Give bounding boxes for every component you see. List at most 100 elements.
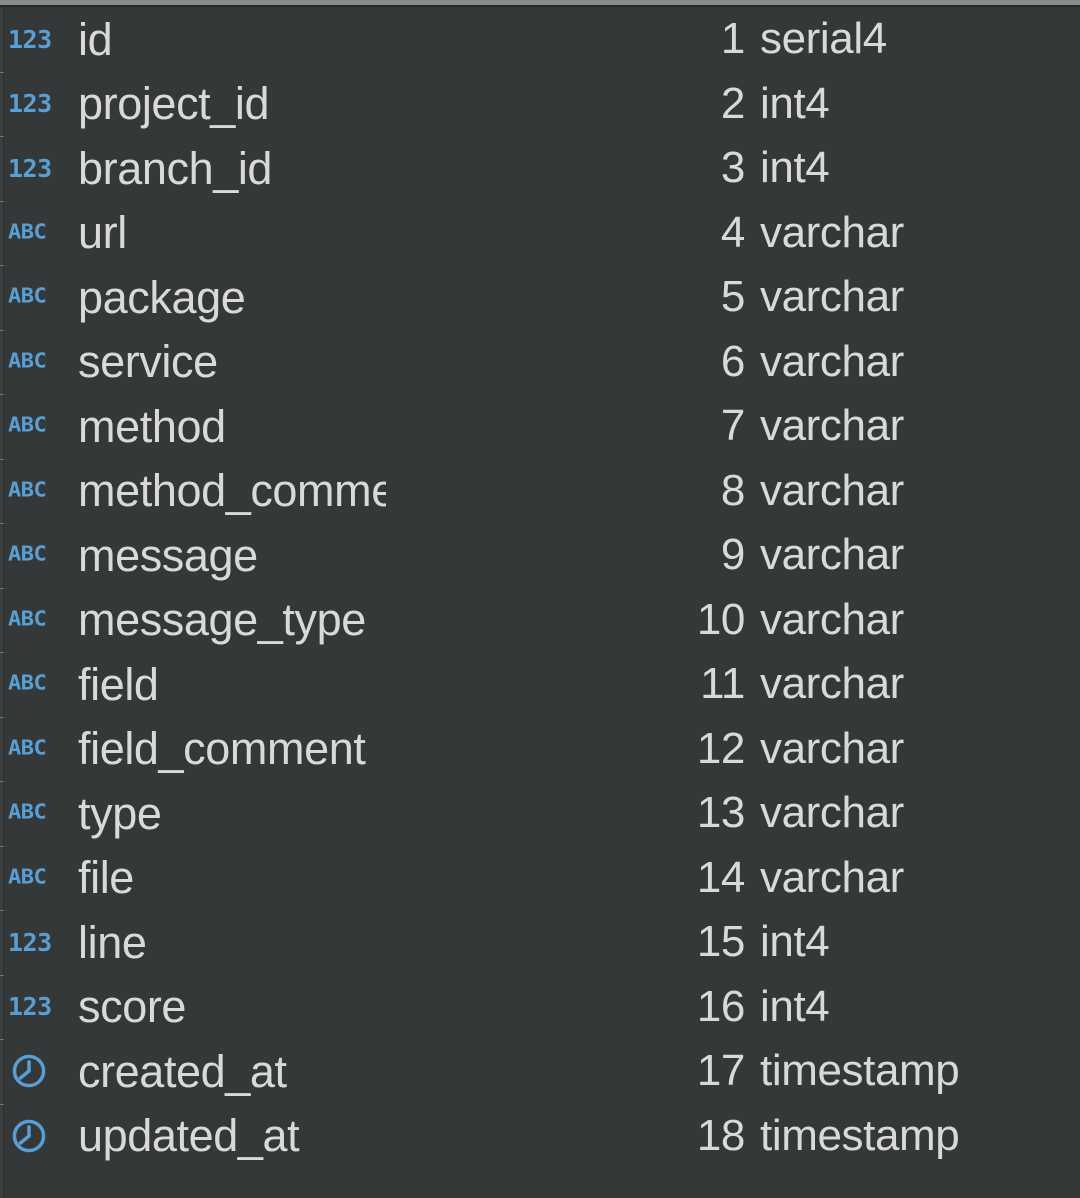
column-datatype-cell[interactable]: serial4 — [760, 7, 1080, 72]
column-row[interactable]: created_at 17 timestamp — [0, 1039, 1080, 1104]
column-name-text: file — [78, 852, 134, 904]
column-name-cell[interactable]: project_id — [78, 72, 386, 137]
column-datatype-cell[interactable]: varchar — [760, 846, 1080, 911]
column-row[interactable]: ABC message 9 varchar — [0, 523, 1080, 588]
column-ordinal-text: 13 — [696, 788, 746, 838]
column-row[interactable]: ABC file 14 varchar — [0, 846, 1080, 911]
column-name-cell[interactable]: field_comment — [78, 717, 386, 782]
column-datatype-text: varchar — [760, 659, 904, 709]
column-name-cell[interactable]: updated_at — [78, 1104, 386, 1169]
numeric-type-icon-label: 123 — [8, 992, 52, 1022]
column-name-cell[interactable]: score — [78, 975, 386, 1040]
column-row[interactable]: ABC package 5 varchar — [0, 265, 1080, 330]
numeric-type-icon-label: 123 — [8, 153, 52, 183]
column-row[interactable]: 123 branch_id 3 int4 — [0, 136, 1080, 201]
column-datatype-text: int4 — [760, 917, 830, 967]
text-type-icon-label: ABC — [8, 801, 47, 825]
column-name-cell[interactable]: message_type — [78, 588, 386, 653]
column-name-cell[interactable]: id — [78, 7, 386, 72]
numeric-type-icon: 123 — [8, 910, 70, 975]
column-name-cell[interactable]: package — [78, 265, 386, 330]
column-ordinal-text: 16 — [696, 981, 746, 1031]
column-name-cell[interactable]: url — [78, 201, 386, 266]
column-ordinal-text: 15 — [696, 917, 746, 967]
column-datatype-cell[interactable]: int4 — [760, 136, 1080, 201]
column-name-text: field_comment — [78, 723, 366, 775]
column-ordinal-cell: 8 — [590, 459, 745, 524]
column-datatype-cell[interactable]: varchar — [760, 201, 1080, 266]
column-name-cell[interactable]: created_at — [78, 1039, 386, 1104]
column-name-text: branch_id — [78, 142, 273, 194]
column-ordinal-cell: 16 — [590, 975, 746, 1040]
column-name-text: message — [78, 529, 258, 581]
column-ordinal-cell: 5 — [590, 265, 745, 330]
column-datatype-text: timestamp — [760, 1046, 960, 1096]
column-row[interactable]: ABC field_comment 12 varchar — [0, 717, 1080, 782]
column-row[interactable]: 123 score 16 int4 — [0, 975, 1080, 1040]
column-name-cell[interactable]: file — [78, 846, 386, 911]
column-ordinal-cell: 17 — [590, 1039, 746, 1104]
column-row[interactable]: ABC service 6 varchar — [0, 330, 1080, 395]
column-row[interactable]: 123 id 1 serial4 — [0, 7, 1080, 72]
column-name-cell[interactable]: method_comment — [78, 459, 386, 524]
column-name-cell[interactable]: field — [78, 652, 386, 717]
text-type-icon: ABC — [8, 459, 70, 524]
numeric-type-icon-label: 123 — [8, 927, 52, 957]
column-ordinal-cell: 11 — [590, 652, 745, 717]
column-row[interactable]: ABC message_type 10 varchar — [0, 588, 1080, 653]
column-row[interactable]: ABC method_comment 8 varchar — [0, 459, 1080, 524]
column-ordinal-text: 4 — [720, 207, 745, 257]
column-datatype-text: varchar — [760, 272, 904, 322]
column-row[interactable]: ABC method 7 varchar — [0, 394, 1080, 459]
columns-rows-viewport: 123 id 1 serial4 123 project_id 2 int4 123 branch… — [0, 7, 1080, 1198]
column-datatype-cell[interactable]: varchar — [760, 781, 1080, 846]
column-row[interactable]: 123 project_id 2 int4 — [0, 72, 1080, 137]
column-datatype-cell[interactable]: timestamp — [760, 1104, 1080, 1169]
column-name-cell[interactable]: type — [78, 781, 386, 846]
column-datatype-cell[interactable]: varchar — [760, 588, 1080, 653]
column-ordinal-cell: 9 — [590, 523, 745, 588]
column-ordinal-text: 5 — [720, 272, 745, 322]
column-datatype-cell[interactable]: varchar — [760, 717, 1080, 782]
column-datatype-cell[interactable]: int4 — [760, 910, 1080, 975]
column-datatype-cell[interactable]: int4 — [760, 975, 1080, 1040]
text-type-icon-label: ABC — [8, 220, 47, 244]
column-row[interactable]: ABC url 4 varchar — [0, 201, 1080, 266]
column-datatype-cell[interactable]: varchar — [760, 652, 1080, 717]
column-datatype-cell[interactable]: varchar — [760, 459, 1080, 524]
column-datatype-cell[interactable]: varchar — [760, 330, 1080, 395]
column-datatype-cell[interactable]: varchar — [760, 394, 1080, 459]
column-ordinal-cell: 7 — [590, 394, 745, 459]
clock-icon-glyph — [10, 1052, 48, 1090]
column-datatype-cell[interactable]: int4 — [760, 72, 1080, 137]
column-datatype-text: varchar — [760, 852, 904, 902]
column-row[interactable]: ABC type 13 varchar — [0, 781, 1080, 846]
column-datatype-cell[interactable]: timestamp — [760, 1039, 1080, 1104]
column-name-cell[interactable]: message — [78, 523, 386, 588]
column-ordinal-cell: 18 — [590, 1104, 746, 1169]
column-datatype-text: int4 — [760, 143, 830, 193]
column-row[interactable]: ABC field 11 varchar — [0, 652, 1080, 717]
column-name-text: line — [78, 916, 147, 968]
column-ordinal-text: 7 — [720, 401, 745, 451]
column-ordinal-cell: 4 — [590, 201, 745, 266]
clock-icon-glyph — [10, 1117, 48, 1155]
column-row[interactable]: 123 line 15 int4 — [0, 910, 1080, 975]
column-name-text: field — [78, 658, 159, 710]
text-type-icon: ABC — [8, 717, 70, 782]
column-name-text: service — [78, 336, 218, 388]
text-type-icon: ABC — [8, 588, 70, 653]
column-name-cell[interactable]: service — [78, 330, 386, 395]
column-ordinal-cell: 1 — [590, 7, 745, 72]
column-name-cell[interactable]: branch_id — [78, 136, 386, 201]
column-datatype-cell[interactable]: varchar — [760, 265, 1080, 330]
column-ordinal-text: 9 — [720, 530, 745, 580]
column-datatype-cell[interactable]: varchar — [760, 523, 1080, 588]
text-type-icon: ABC — [8, 781, 70, 846]
column-name-text: updated_at — [78, 1110, 300, 1162]
numeric-type-icon-label: 123 — [8, 89, 52, 119]
column-name-cell[interactable]: line — [78, 910, 386, 975]
column-datatype-text: varchar — [760, 530, 904, 580]
column-row[interactable]: updated_at 18 timestamp — [0, 1104, 1080, 1169]
column-name-cell[interactable]: method — [78, 394, 386, 459]
